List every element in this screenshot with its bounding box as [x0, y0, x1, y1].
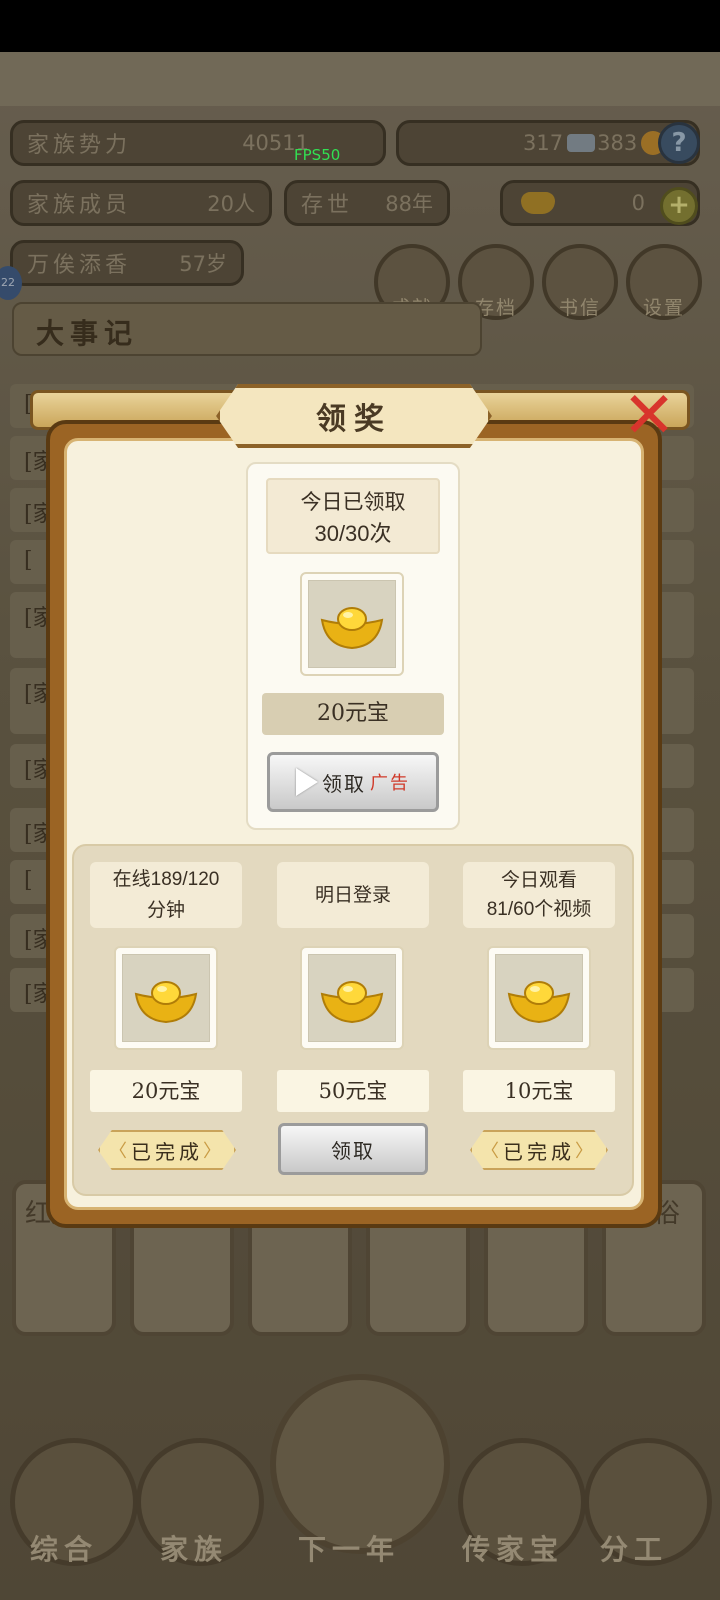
- fps-counter: FPS50: [294, 146, 341, 164]
- close-icon[interactable]: ✕: [618, 384, 680, 450]
- gold-ingot-icon: [320, 981, 384, 1024]
- completed-label: 已完成: [503, 1139, 575, 1164]
- task-reward-amount: 50元宝: [277, 1070, 429, 1112]
- daily-claim-count: 30/30次: [314, 521, 392, 546]
- tomorrow-login-task: 明日登录: [277, 862, 429, 928]
- task-reward-amount: 10元宝: [463, 1070, 615, 1112]
- completed-label: 已完成: [131, 1139, 203, 1164]
- gold-ingot-icon: [507, 981, 571, 1024]
- task-reward-slot: [487, 946, 591, 1050]
- ad-reward-amount: 20元宝: [262, 693, 444, 735]
- claim-ad-button[interactable]: 领取 广告: [267, 752, 439, 812]
- completed-badge: 已完成: [98, 1130, 236, 1170]
- task-label-line: 分钟: [146, 899, 185, 921]
- daily-claim-counter: 今日已领取 30/30次: [266, 478, 440, 554]
- completed-badge: 已完成: [470, 1130, 608, 1170]
- gold-ingot-icon: [320, 607, 384, 650]
- claim-ad-label: 领取: [322, 771, 366, 796]
- task-label-line: 明日登录: [314, 884, 391, 906]
- status-bar: [0, 0, 720, 52]
- dialog-title: 领奖: [216, 384, 492, 448]
- task-reward-amount: 20元宝: [90, 1070, 242, 1112]
- claim-login-reward-button[interactable]: 领取: [278, 1123, 428, 1175]
- task-label-line: 今日观看: [500, 869, 577, 891]
- game-screen: 家族势力 40511 FPS50 317 383 ? 家族成员 20人 存世 8…: [0, 0, 720, 1600]
- task-label-line: 在线189/120: [112, 869, 220, 890]
- claim-login-label: 领取: [331, 1138, 375, 1163]
- watch-videos-task: 今日观看 81/60个视频: [463, 862, 615, 928]
- ad-tag: 广告: [370, 773, 410, 794]
- gold-ingot-icon: [134, 981, 198, 1024]
- task-reward-slot: [300, 946, 404, 1050]
- task-reward-slot: [114, 946, 218, 1050]
- task-label-line: 81/60个视频: [486, 899, 592, 920]
- ad-reward-item-slot: [300, 572, 404, 676]
- daily-claim-label: 今日已领取: [300, 490, 406, 514]
- online-time-task: 在线189/120 分钟: [90, 862, 242, 928]
- play-icon: [296, 768, 318, 796]
